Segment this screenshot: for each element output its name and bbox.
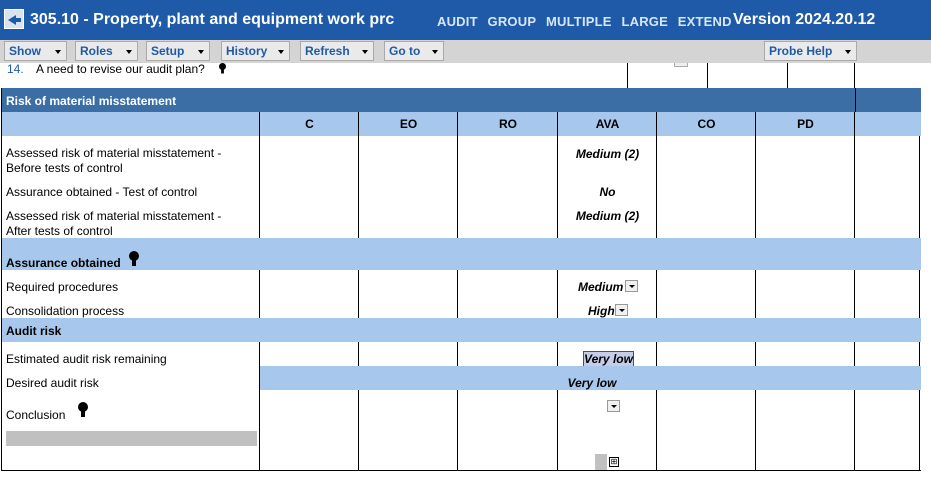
risk-section-header: Risk of material misstatement (2, 88, 921, 112)
desired-audit-risk-label: Desired audit risk (6, 376, 99, 390)
tag-audit: AUDIT (437, 14, 478, 29)
assurance-section-title: Assurance obtained (6, 256, 121, 270)
divider (557, 112, 558, 470)
refresh-menu-button[interactable]: Refresh (300, 41, 374, 61)
tag-group: GROUP (487, 14, 537, 29)
worksheet-content: 14. A need to revise our audit plan? Ris… (0, 63, 931, 477)
column-header-ro: RO (499, 117, 517, 131)
probe-help-label: Probe Help (769, 44, 833, 58)
question-row: 14. A need to revise our audit plan? (0, 63, 931, 88)
window-title: 305.10 - Property, plant and equipment w… (30, 11, 395, 28)
risk-after-ava-value[interactable]: Medium (2) (558, 209, 657, 223)
divider (787, 63, 788, 88)
divider (1, 470, 921, 471)
back-arrow-icon[interactable] (4, 9, 24, 29)
risk-grid: Risk of material misstatement C EO RO AV… (1, 88, 921, 470)
tag-extend: EXTEND (677, 14, 732, 29)
audit-risk-section-header: Audit risk (2, 318, 921, 342)
divider (259, 112, 260, 470)
column-header-ava: AVA (595, 117, 620, 131)
risk-section-title: Risk of material misstatement (6, 94, 177, 108)
assurance-test-of-control-label: Assurance obtained - Test of control (6, 185, 198, 199)
version-label: Version 2024.20.12 (733, 11, 876, 28)
consolidation-process-dropdown[interactable] (615, 304, 628, 316)
column-header-c: C (305, 117, 314, 131)
question-text: A need to revise our audit plan? (36, 63, 205, 76)
setup-menu-button[interactable]: Setup (146, 41, 210, 61)
risk-row-before-label: Assessed risk of material misstatement -… (6, 146, 221, 176)
probe-help-button[interactable]: Probe Help (764, 41, 857, 61)
tag-multiple: MULTIPLE (546, 14, 612, 29)
goto-menu-button[interactable]: Go to (384, 41, 444, 61)
assertion-header-row: C EO RO AVA CO PD (2, 112, 921, 136)
chevron-down-icon (198, 50, 204, 54)
engagement-tags: AUDIT GROUP MULTIPLE LARGE EXTEND (437, 14, 738, 29)
desired-audit-risk-value: Very low (567, 376, 617, 390)
estimated-audit-risk-label: Estimated audit risk remaining (6, 352, 167, 366)
title-bar: 305.10 - Property, plant and equipment w… (0, 0, 931, 40)
consolidation-process-value[interactable]: High (588, 304, 615, 318)
column-header-eo: EO (399, 117, 418, 131)
conclusion-dropdown[interactable] (607, 400, 620, 412)
lightbulb-icon[interactable] (78, 402, 88, 418)
required-procedures-dropdown[interactable] (625, 280, 638, 292)
required-procedures-label: Required procedures (6, 280, 119, 294)
goto-menu-label: Go to (389, 44, 421, 58)
divider (854, 112, 855, 470)
divider (755, 112, 756, 470)
consolidation-process-label: Consolidation process (6, 304, 125, 318)
history-menu-label: History (226, 44, 268, 58)
lightbulb-icon[interactable] (219, 63, 226, 74)
roles-menu-label: Roles (80, 44, 113, 58)
tag-large: LARGE (621, 14, 668, 29)
show-menu-label: Show (9, 44, 41, 58)
label-line: Assessed risk of material misstatement - (6, 209, 222, 223)
question-control[interactable] (674, 63, 688, 67)
conclusion-label: Conclusion (6, 408, 66, 422)
lightbulb-icon[interactable] (129, 251, 139, 267)
column-header-co: CO (697, 117, 716, 131)
audit-risk-section-title: Audit risk (6, 324, 62, 338)
menu-bar: Show Roles Setup History Refresh Go to P… (0, 40, 931, 63)
chevron-down-icon (55, 50, 61, 54)
label-line: After tests of control (6, 224, 113, 238)
risk-row-after-label: Assessed risk of material misstatement -… (6, 209, 221, 239)
show-menu-button[interactable]: Show (4, 41, 67, 61)
refresh-menu-label: Refresh (305, 44, 350, 58)
chevron-down-icon (362, 50, 368, 54)
setup-menu-label: Setup (151, 44, 185, 58)
required-procedures-value[interactable]: Medium (578, 280, 623, 294)
history-menu-button[interactable]: History (221, 41, 290, 61)
conclusion-input-field[interactable] (6, 431, 257, 446)
assurance-section-header: Assurance obtained (2, 238, 921, 270)
chevron-down-icon (432, 50, 438, 54)
expand-control[interactable] (595, 454, 607, 470)
label-line: Before tests of control (6, 161, 123, 175)
divider (854, 63, 855, 88)
chevron-down-icon (845, 50, 851, 54)
divider (358, 112, 359, 470)
roles-menu-button[interactable]: Roles (75, 41, 138, 61)
divider (855, 88, 856, 112)
divider (627, 63, 628, 88)
divider (707, 63, 708, 88)
grid-icon[interactable]: ⊞ (609, 457, 619, 467)
chevron-down-icon (126, 50, 132, 54)
column-header-pd: PD (797, 117, 814, 131)
test-of-control-ava-value[interactable]: No (558, 185, 657, 199)
estimated-audit-risk-value[interactable]: Very low (583, 351, 634, 367)
divider (457, 112, 458, 470)
label-line: Assessed risk of material misstatement - (6, 146, 222, 160)
chevron-down-icon (278, 50, 284, 54)
question-number: 14. (7, 63, 24, 76)
divider (656, 112, 657, 470)
risk-before-ava-value[interactable]: Medium (2) (558, 147, 657, 161)
